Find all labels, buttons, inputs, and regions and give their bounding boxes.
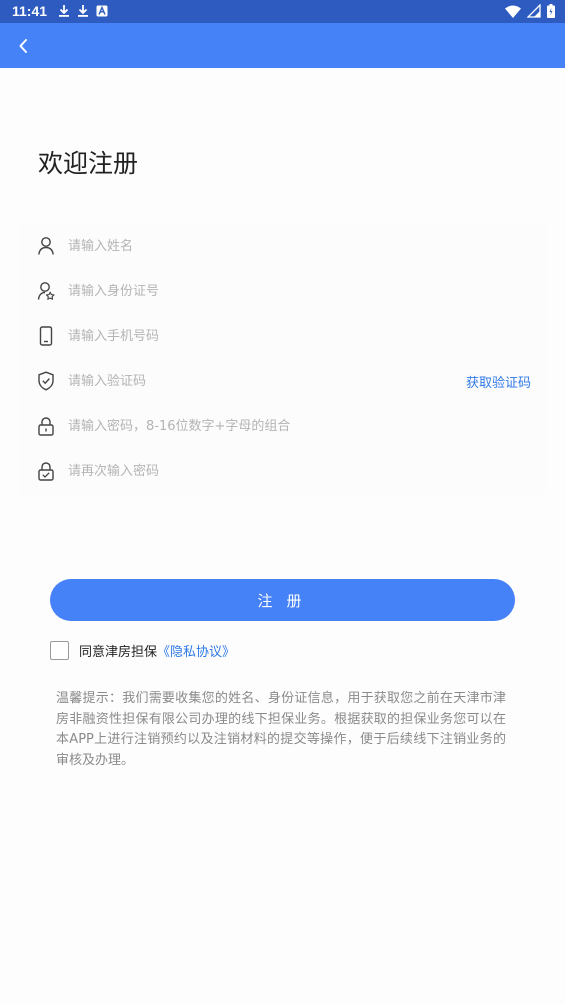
get-code-button[interactable]: 获取验证码 — [466, 372, 531, 391]
chevron-left-icon[interactable] — [12, 34, 36, 58]
password-input[interactable] — [68, 413, 448, 439]
register-form: 获取验证码 — [20, 223, 546, 495]
password-row — [20, 406, 546, 446]
page-title: 欢迎注册 — [38, 149, 139, 178]
confirm-password-input[interactable] — [68, 458, 448, 484]
signal-icon — [527, 4, 541, 18]
app-bar — [0, 23, 565, 68]
wifi-icon — [505, 5, 521, 18]
download-icon — [78, 5, 88, 17]
verify-code-input[interactable] — [68, 368, 368, 394]
lock-check-icon — [38, 462, 54, 481]
shield-check-icon — [38, 371, 54, 391]
agreement-text: 同意津房担保 — [79, 644, 158, 660]
id-number-row — [20, 271, 546, 311]
id-number-input[interactable] — [68, 278, 448, 304]
notice-text: 温馨提示：我们需要收集您的姓名、身份证信息，用于获取您之前在天津市津房非融资性担… — [56, 691, 506, 768]
id-card-icon — [37, 282, 55, 300]
phone-icon — [39, 326, 53, 346]
status-bar: 11:41 — [0, 0, 565, 23]
privacy-link[interactable]: 《隐私协议》 — [157, 641, 235, 660]
name-row — [20, 226, 546, 266]
status-time: 11:41 — [12, 3, 48, 19]
agree-checkbox[interactable] — [50, 640, 69, 660]
lock-icon — [38, 417, 54, 436]
agreement-row: 同意津房担保 《隐私协议》 — [50, 640, 235, 660]
name-input[interactable] — [68, 233, 448, 259]
download-icon — [59, 5, 69, 17]
phone-row — [20, 316, 546, 356]
battery-icon — [547, 4, 555, 18]
user-icon — [38, 237, 54, 255]
verify-code-row: 获取验证码 — [20, 361, 546, 401]
font-icon — [96, 5, 108, 17]
phone-input[interactable] — [68, 323, 448, 349]
register-button[interactable]: 注册 — [50, 579, 515, 621]
confirm-password-row — [20, 451, 546, 491]
